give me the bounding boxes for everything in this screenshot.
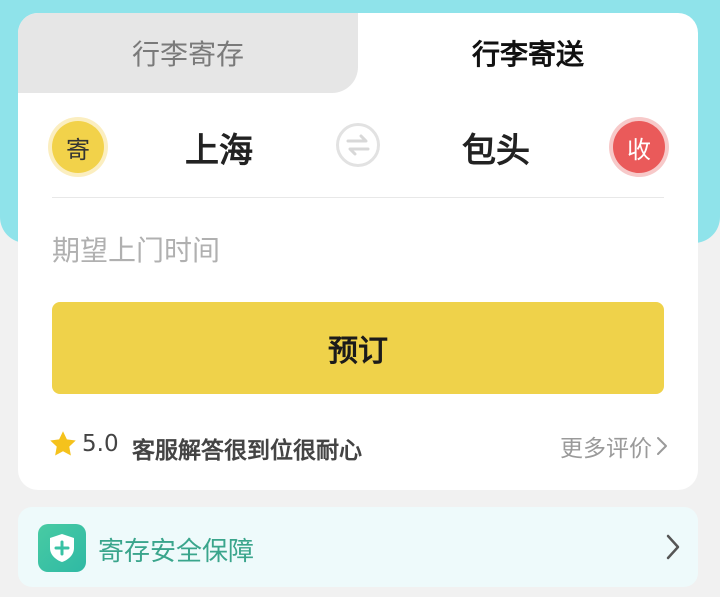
divider <box>52 197 664 198</box>
more-reviews-label: 更多评价 <box>560 436 652 462</box>
booking-card: 行李寄存 行李寄送 寄 上海 包头 收 预订 5.0 客服解答很到位很耐心 更多… <box>18 13 698 490</box>
from-city[interactable]: 上海 <box>149 123 289 171</box>
chevron-right-icon <box>666 534 680 560</box>
star-icon <box>50 431 76 456</box>
shield-plus-icon <box>50 534 74 562</box>
tab-luggage-storage[interactable]: 行李寄存 <box>18 13 358 93</box>
route-selector: 寄 上海 包头 收 <box>18 93 698 197</box>
review-snippet: 客服解答很到位很耐心 <box>132 438 362 464</box>
banner-label: 寄存安全保障 <box>98 537 255 567</box>
book-button[interactable]: 预订 <box>52 302 664 394</box>
tab-bar: 行李寄存 行李寄送 <box>18 13 698 93</box>
shield-icon <box>38 524 86 572</box>
tab-luggage-delivery[interactable]: 行李寄送 <box>358 13 698 93</box>
safety-guarantee-banner[interactable]: 寄存安全保障 <box>18 507 698 587</box>
receive-badge: 收 <box>613 121 665 173</box>
more-reviews-link[interactable]: 更多评价 <box>560 429 668 463</box>
review-row: 5.0 客服解答很到位很耐心 更多评价 <box>48 423 668 467</box>
rating-score: 5.0 <box>82 431 119 457</box>
swap-arrows-icon <box>346 134 370 156</box>
swap-icon[interactable] <box>336 123 380 167</box>
send-badge: 寄 <box>52 121 104 173</box>
pickup-time-input[interactable] <box>52 225 664 275</box>
chevron-right-icon <box>657 437 667 455</box>
to-city[interactable]: 包头 <box>426 123 566 171</box>
